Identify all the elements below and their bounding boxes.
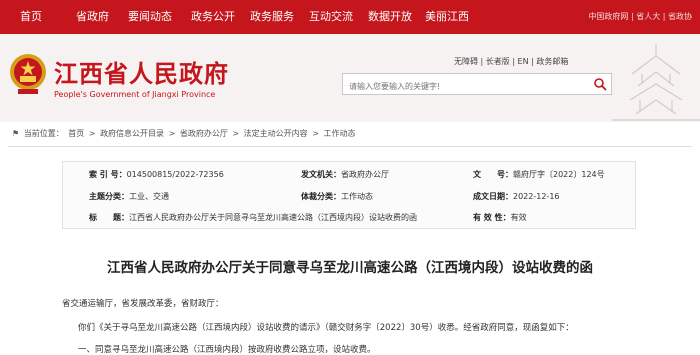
document-addressee: 省交通运输厅，省发展改革委，省财政厅： (62, 299, 224, 309)
breadcrumb-item-work-updates[interactable]: 工作动态 (323, 129, 355, 138)
site-subtitle-en: People's Government of Jiangxi Province (54, 90, 216, 99)
meta-validity: 有 效 性：有效 (473, 213, 527, 222)
breadcrumb-separator: > (312, 129, 319, 138)
breadcrumb-separator: > (232, 129, 240, 138)
nav-item-open-data[interactable]: 数据开放 (368, 0, 412, 34)
breadcrumb-item-statutory[interactable]: 法定主动公开内容 (244, 129, 308, 138)
document-paragraph: 一、同意寻乌至龙川高速公路（江西境内段）按政府收费公路立项，设站收费。 (78, 345, 376, 355)
top-navigation-bar: 首页 省政府 要闻动态 政务公开 政务服务 互动交流 数据开放 美丽江西 中国政… (0, 0, 700, 34)
document-metadata-table: 索 引 号：014500815/2022-72356 发文机关：省政府办公厅 文… (62, 161, 636, 229)
breadcrumb-separator: > (168, 129, 176, 138)
meta-publisher: 发文机关：省政府办公厅 (301, 170, 389, 179)
tengwang-pavilion-illustration (612, 44, 700, 121)
utility-links[interactable]: 无障碍 | 长者版 | EN | 政务邮箱 (454, 56, 568, 67)
nav-item-beautiful-jiangxi[interactable]: 美丽江西 (425, 0, 469, 34)
breadcrumb-prefix: 当前位置： (23, 129, 64, 138)
meta-index: 索 引 号：014500815/2022-72356 (89, 170, 224, 179)
breadcrumb-item-catalog[interactable]: 政府信息公开目录 (100, 129, 164, 138)
meta-topic: 主题分类：工业、交通 (89, 192, 169, 201)
site-title: 江西省人民政府 (54, 60, 229, 88)
document-title: 江西省人民政府办公厅关于同意寻乌至龙川高速公路（江西境内段）设站收费的函 (107, 260, 593, 276)
nav-item-home[interactable]: 首页 (20, 0, 42, 34)
search-input[interactable] (343, 76, 583, 97)
nav-item-interaction[interactable]: 互动交流 (309, 0, 353, 34)
location-icon: ⚑ (12, 129, 20, 138)
divider (8, 146, 692, 147)
meta-date: 成文日期：2022-12-16 (473, 192, 560, 201)
external-links[interactable]: 中国政府网 | 省人大 | 省政协 (588, 0, 692, 34)
document-paragraph: 你们《关于寻乌至龙川高速公路（江西境内段）设站收费的请示》（赣交财务字〔2022… (78, 323, 574, 333)
breadcrumb-item-home[interactable]: 首页 (68, 129, 84, 138)
meta-title: 标 题：江西省人民政府办公厅关于同意寻乌至龙川高速公路（江西境内段）设站收费的函 (89, 213, 417, 222)
breadcrumb-separator: > (88, 129, 96, 138)
site-header: 江西省人民政府 People's Government of Jiangxi P… (0, 34, 700, 122)
national-emblem-icon (10, 54, 46, 94)
search-icon[interactable] (593, 77, 607, 91)
meta-document-number: 文 号：赣府厅字〔2022〕124号 (473, 170, 605, 179)
nav-item-provincial-gov[interactable]: 省政府 (76, 0, 109, 34)
meta-genre: 体裁分类：工作动态 (301, 192, 373, 201)
nav-item-gov-services[interactable]: 政务服务 (250, 0, 294, 34)
search-box (342, 73, 612, 97)
breadcrumb: ⚑ 当前位置： 首页 > 政府信息公开目录 > 省政府办公厅 > 法定主动公开内… (12, 128, 357, 142)
nav-item-gov-affairs-open[interactable]: 政务公开 (191, 0, 235, 34)
nav-item-news[interactable]: 要闻动态 (128, 0, 172, 34)
breadcrumb-item-office[interactable]: 省政府办公厅 (180, 129, 228, 138)
